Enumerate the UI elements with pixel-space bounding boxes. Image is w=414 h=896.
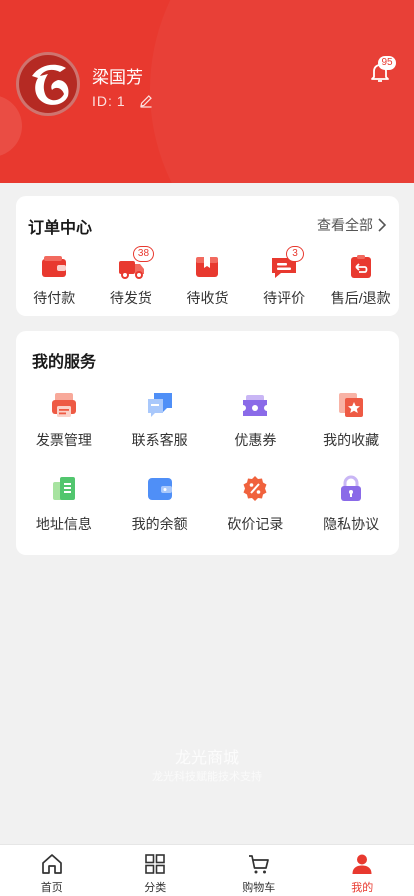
- balance-card-icon: [147, 478, 172, 500]
- username: 梁国芳: [92, 68, 143, 87]
- bottom-tab-bar: 首页 分类 购物车 我的: [0, 844, 414, 896]
- tab-label: 购物车: [242, 882, 276, 894]
- view-all-label: 查看全部: [317, 217, 373, 233]
- tab-cart[interactable]: 购物车: [207, 845, 311, 896]
- view-all-orders-link[interactable]: 查看全部: [317, 215, 387, 235]
- chevron-right-icon: [378, 218, 387, 232]
- order-item-label: 待发货: [109, 290, 152, 306]
- tab-label: 我的: [351, 882, 374, 894]
- user-id-value: 1: [116, 93, 125, 109]
- service-invoice-management[interactable]: 发票管理: [16, 388, 112, 456]
- service-label: 我的余额: [131, 516, 188, 532]
- order-item-label: 待评价: [263, 290, 306, 306]
- profile-header: 梁国芳 ID: 1 95: [0, 0, 414, 183]
- shopping-cart-icon: [248, 855, 269, 874]
- service-label: 隐私协议: [323, 516, 380, 532]
- category-grid-icon: [145, 854, 166, 874]
- service-privacy-agreement[interactable]: 隐私协议: [303, 472, 399, 540]
- service-my-favorites[interactable]: 我的收藏: [303, 388, 399, 456]
- notification-badge: 95: [378, 56, 396, 70]
- service-label: 联系客服: [131, 432, 188, 448]
- privacy-lock-icon: [341, 475, 362, 501]
- user-id: ID: 1: [92, 93, 153, 109]
- watermark-tagline: 龙光科技赋能技术支持: [152, 771, 262, 783]
- order-item-label: 待付款: [33, 290, 76, 306]
- service-contact-support[interactable]: 联系客服: [112, 388, 208, 456]
- user-id-label: ID:: [92, 93, 113, 109]
- service-label: 地址信息: [35, 516, 92, 532]
- service-my-balance[interactable]: 我的余额: [112, 472, 208, 540]
- user-profile-icon: [352, 854, 372, 874]
- dragon-logo-icon: [32, 64, 69, 105]
- invoice-printer-icon: [51, 393, 76, 417]
- service-label: 我的收藏: [323, 432, 380, 448]
- order-after-sales-refund[interactable]: 售后/退款: [322, 251, 399, 308]
- edit-pencil-icon[interactable]: [139, 94, 153, 108]
- service-coupons[interactable]: 优惠券: [208, 388, 304, 456]
- order-pending-shipment[interactable]: 38 待发货: [93, 246, 170, 308]
- order-pending-receipt[interactable]: 待收货: [169, 251, 246, 308]
- coupon-ticket-icon: [243, 395, 268, 416]
- refund-clipboard-icon: [350, 255, 371, 278]
- service-label: 发票管理: [35, 432, 92, 448]
- service-address-info[interactable]: 地址信息: [16, 472, 112, 540]
- tab-mine[interactable]: 我的: [311, 845, 414, 896]
- tab-label: 分类: [144, 882, 167, 894]
- review-count-badge: 3: [286, 246, 305, 262]
- my-services-card: 我的服务 发票管理 联系客服 优惠券 我的收藏 地址信息 我的余额 砍价记录 隐…: [16, 331, 399, 555]
- service-bargain-records[interactable]: 砍价记录: [208, 472, 304, 540]
- tab-home[interactable]: 首页: [0, 845, 104, 896]
- service-label: 优惠券: [234, 432, 277, 448]
- wallet-icon: [42, 256, 67, 277]
- order-pending-review[interactable]: 3 待评价: [246, 246, 323, 308]
- order-center-title: 订单中心: [28, 220, 93, 237]
- tab-label: 首页: [40, 882, 63, 894]
- order-item-label: 待收货: [186, 290, 229, 306]
- service-label: 砍价记录: [227, 516, 284, 532]
- address-document-icon: [52, 477, 75, 500]
- header-decoration-large: [150, 0, 414, 183]
- package-box-icon: [196, 257, 219, 277]
- order-item-label: 售后/退款: [330, 290, 391, 306]
- avatar[interactable]: [16, 52, 80, 116]
- customer-service-chat-icon: [147, 393, 172, 417]
- order-pending-payment[interactable]: 待付款: [16, 251, 93, 308]
- favorites-star-icon: [339, 393, 364, 417]
- watermark-brand: 龙光商城: [174, 750, 239, 767]
- order-center-card: 订单中心 查看全部 待付款 38 待发货 待收货 3 待评价 售后/退款: [16, 196, 399, 316]
- tab-category[interactable]: 分类: [104, 845, 208, 896]
- home-icon: [41, 854, 62, 874]
- shipment-count-badge: 38: [132, 246, 155, 262]
- header-decoration: [0, 95, 22, 157]
- my-services-title: 我的服务: [32, 354, 97, 371]
- bargain-percent-icon: [243, 476, 267, 501]
